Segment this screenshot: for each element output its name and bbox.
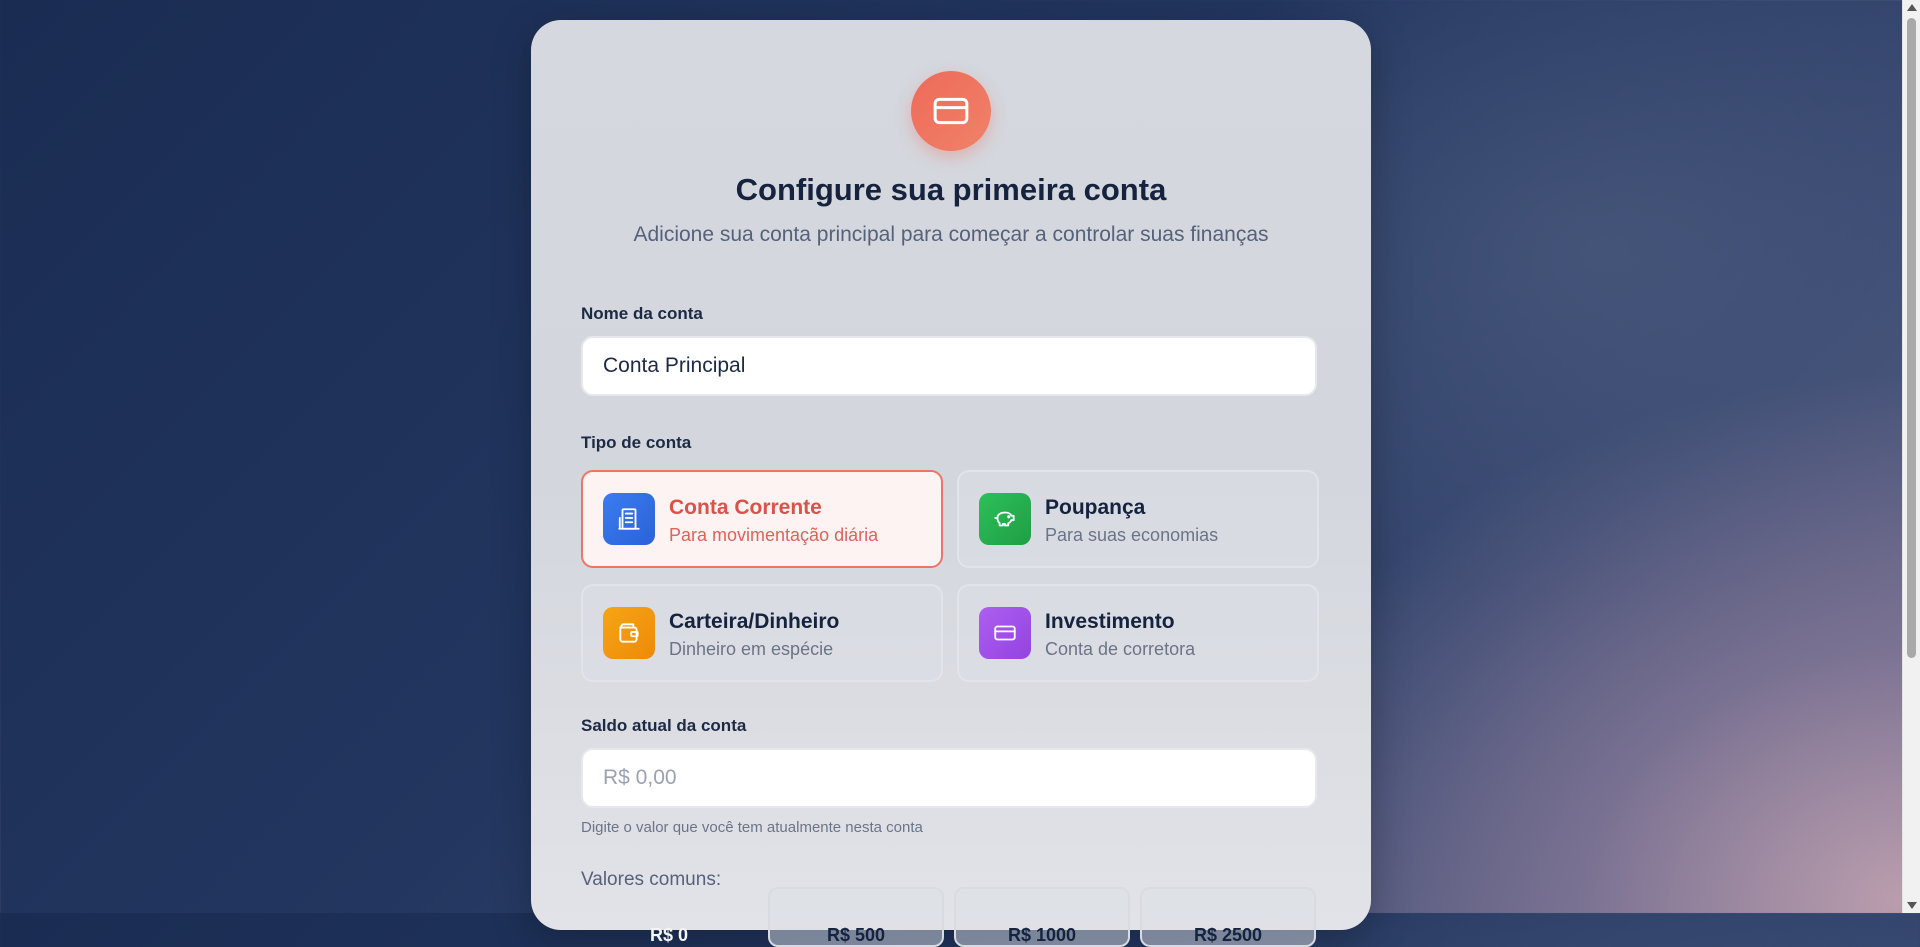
account-type-investment[interactable]: Investimento Conta de corretora: [957, 584, 1319, 682]
scroll-down-icon[interactable]: [1907, 902, 1917, 909]
account-type-title: Conta Corrente: [669, 496, 822, 519]
wallet-icon: [603, 607, 655, 659]
account-type-wallet[interactable]: Carteira/Dinheiro Dinheiro em espécie: [581, 584, 943, 682]
account-type-desc: Para suas economias: [1045, 525, 1219, 545]
account-type-title: Investimento: [1045, 610, 1175, 633]
scrollbar-thumb[interactable]: [1907, 18, 1916, 658]
account-type-title: Poupança: [1045, 496, 1146, 519]
balance-label: Saldo atual da conta: [581, 716, 747, 735]
page-subtitle: Adicione sua conta principal para começa…: [633, 223, 1269, 246]
page-title: Configure sua primeira conta: [735, 172, 1167, 207]
common-value-button[interactable]: R$ 1000: [954, 887, 1130, 947]
account-type-desc: Dinheiro em espécie: [669, 639, 834, 659]
account-type-desc: Conta de corretora: [1045, 639, 1196, 659]
account-type-title: Carteira/Dinheiro: [669, 610, 840, 633]
onboarding-card: Configure sua primeira conta Adicione su…: [531, 20, 1371, 947]
credit-card-icon: [911, 71, 991, 151]
account-type-savings[interactable]: Poupança Para suas economias: [957, 470, 1319, 568]
balance-input[interactable]: [581, 748, 1317, 808]
balance-hint: Digite o valor que você tem atualmente n…: [581, 819, 923, 836]
common-value-button[interactable]: R$ 0: [581, 887, 757, 947]
account-type-desc: Para movimentação diária: [669, 525, 879, 545]
common-value-button[interactable]: R$ 2500: [1140, 887, 1316, 947]
account-name-label: Nome da conta: [581, 304, 703, 323]
piggy-bank-icon: [979, 493, 1031, 545]
scroll-up-icon[interactable]: [1907, 4, 1917, 11]
common-value-button[interactable]: R$ 500: [768, 887, 944, 947]
page-scrollbar[interactable]: [1902, 0, 1920, 913]
credit-card-icon: [979, 607, 1031, 659]
account-type-checking[interactable]: Conta Corrente Para movimentação diária: [581, 470, 943, 568]
building-icon: [603, 493, 655, 545]
account-name-input[interactable]: [581, 336, 1317, 396]
account-type-label: Tipo de conta: [581, 433, 692, 452]
